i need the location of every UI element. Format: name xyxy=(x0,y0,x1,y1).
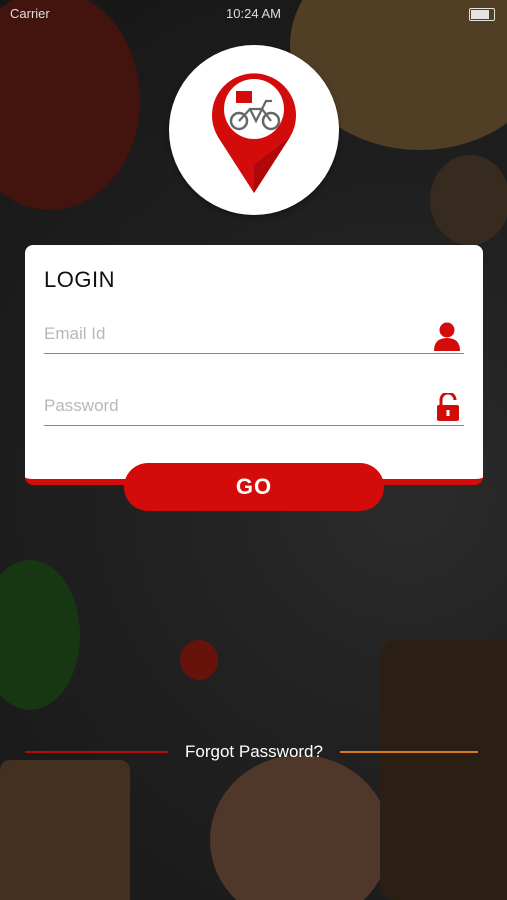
password-input[interactable] xyxy=(44,389,424,423)
forgot-password-row: Forgot Password? xyxy=(0,740,507,764)
app-logo xyxy=(169,45,339,215)
delivery-location-pin-logo xyxy=(212,73,296,193)
status-time: 10:24 AM xyxy=(226,6,281,21)
password-field-container xyxy=(44,389,464,426)
login-card: LOGIN xyxy=(25,245,483,485)
divider-left xyxy=(25,751,168,753)
user-icon xyxy=(434,321,460,356)
go-button[interactable]: GO xyxy=(124,463,384,511)
divider-right xyxy=(340,751,478,753)
login-title: LOGIN xyxy=(44,267,115,292)
battery-icon xyxy=(469,8,495,21)
email-field-container xyxy=(44,317,464,354)
status-bar: Carrier 10:24 AM xyxy=(0,0,507,28)
forgot-password-link[interactable]: Forgot Password? xyxy=(168,742,340,762)
email-input[interactable] xyxy=(44,317,424,351)
unlock-icon[interactable] xyxy=(436,391,460,426)
